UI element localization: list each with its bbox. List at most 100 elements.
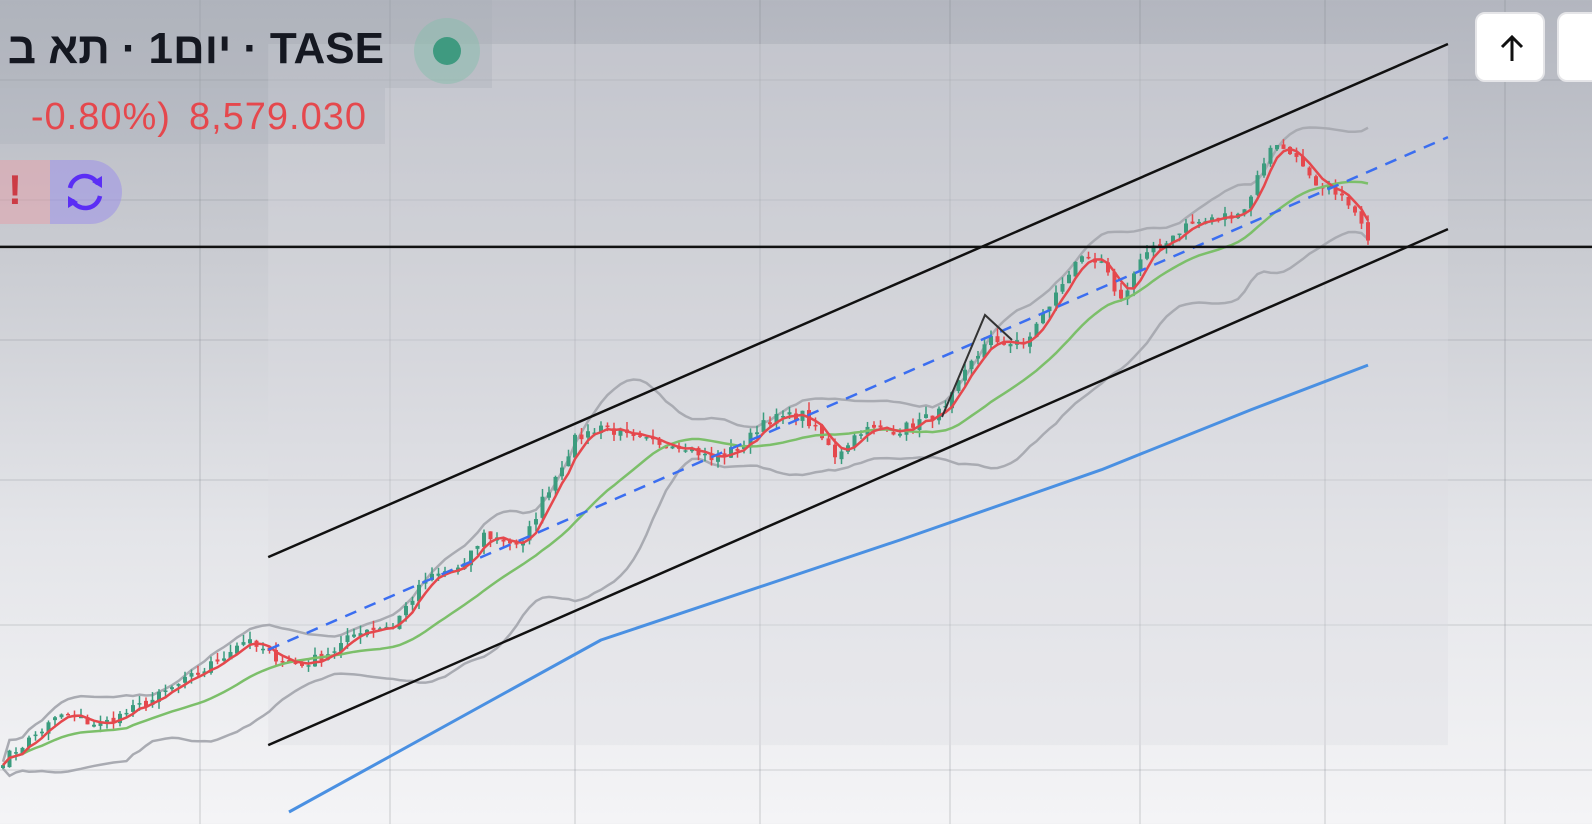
candle-body [1275, 145, 1279, 150]
last-price: 8,579.030 [188, 96, 367, 138]
candle-body [105, 719, 109, 722]
candle-body [1119, 289, 1123, 299]
price-row: -0.80%) 8,579.030 [0, 88, 385, 144]
candle-body [1190, 221, 1195, 224]
candle-body [1177, 233, 1182, 236]
candle-body [703, 453, 707, 456]
candle-body [1060, 284, 1065, 292]
candle-body [586, 431, 590, 438]
candle-body [248, 639, 252, 644]
candle-body [66, 713, 70, 716]
candle-body [1255, 175, 1260, 195]
candle-body [163, 690, 168, 692]
change-percent: -0.80%) [30, 96, 171, 138]
candle-body [33, 734, 38, 737]
candle-body [306, 665, 311, 667]
candle-body [534, 519, 538, 525]
candle-body [735, 448, 740, 451]
candle-body [1, 765, 5, 768]
candle-body [547, 492, 551, 498]
candle-body [1268, 147, 1273, 164]
candle-body [352, 634, 356, 637]
status-dot-icon [433, 37, 461, 65]
candle-body [131, 705, 135, 712]
candle-body [183, 676, 187, 683]
candle-body [1145, 252, 1149, 259]
candle-body [371, 627, 376, 631]
refresh-button[interactable] [50, 160, 122, 224]
candle-body [976, 355, 980, 359]
candle-body [540, 496, 545, 518]
candle-body [573, 434, 577, 458]
candle-body [475, 546, 480, 549]
candle-body [137, 703, 142, 705]
candle-body [755, 432, 759, 435]
candle-body [222, 658, 226, 661]
candle-body [1353, 206, 1357, 213]
candle-body [579, 434, 584, 440]
candle-body [501, 539, 506, 542]
candle-body [638, 435, 642, 437]
candle-body [313, 654, 317, 667]
candle-body [1067, 274, 1071, 284]
candle-body [404, 605, 408, 616]
candle-body [261, 648, 265, 651]
candle-body [911, 423, 915, 428]
symbol-title[interactable]: תא ב · 1יום · TASE [2, 24, 390, 74]
candle-body [59, 714, 64, 718]
candle-body [170, 687, 174, 690]
candle-body [859, 434, 863, 436]
candle-body [1080, 256, 1084, 262]
candle-body [196, 672, 200, 675]
candle-body [1307, 167, 1312, 176]
candle-body [872, 424, 876, 428]
candle-body [553, 476, 558, 491]
candle-body [924, 414, 928, 418]
candle-body [436, 573, 441, 576]
symbol-header: תא ב · 1יום · TASE [0, 0, 492, 88]
exclamation-icon[interactable]: ! [0, 160, 50, 224]
market-status-indicator [414, 18, 480, 84]
candle-body [878, 425, 883, 428]
candle-body [833, 444, 837, 458]
toolbar-button[interactable] [1557, 12, 1592, 82]
candle-body [332, 651, 337, 653]
title-symbol: TASE [269, 24, 384, 73]
candle-body [891, 431, 896, 435]
candle-body [560, 467, 564, 477]
candle-body [963, 369, 967, 381]
candle-body [53, 717, 57, 721]
candle-body [345, 635, 350, 642]
candle-body [1262, 163, 1266, 176]
candle-body [1008, 344, 1013, 347]
candle-body [40, 731, 44, 734]
candle-body [683, 450, 688, 452]
candle-body [787, 412, 792, 415]
alert-glyph: ! [8, 166, 22, 213]
arrow-up-icon [1500, 34, 1524, 61]
candle-body [176, 684, 181, 686]
candle-body [898, 433, 902, 436]
candle-body [124, 712, 129, 715]
candle-body [813, 424, 818, 427]
candle-body [189, 673, 194, 677]
candle-body [1086, 256, 1091, 259]
candle-body [488, 531, 493, 540]
candle-body [670, 446, 675, 449]
refresh-icon [67, 173, 103, 211]
title-interval: 1יום [148, 24, 232, 73]
candle-body [1340, 193, 1344, 196]
candle-body [1054, 292, 1058, 306]
candle-body [969, 360, 974, 370]
candle-body [410, 600, 415, 605]
candle-body [241, 642, 246, 645]
candle-body [1158, 244, 1162, 246]
candle-body [995, 336, 1000, 343]
candle-body [280, 661, 285, 663]
candle-body [92, 724, 96, 727]
scroll-up-button[interactable] [1475, 12, 1545, 82]
separator: · [121, 24, 137, 73]
candle-body [1281, 144, 1286, 149]
candle-body [1197, 221, 1201, 224]
title-exchange-name: תא ב [7, 24, 110, 73]
